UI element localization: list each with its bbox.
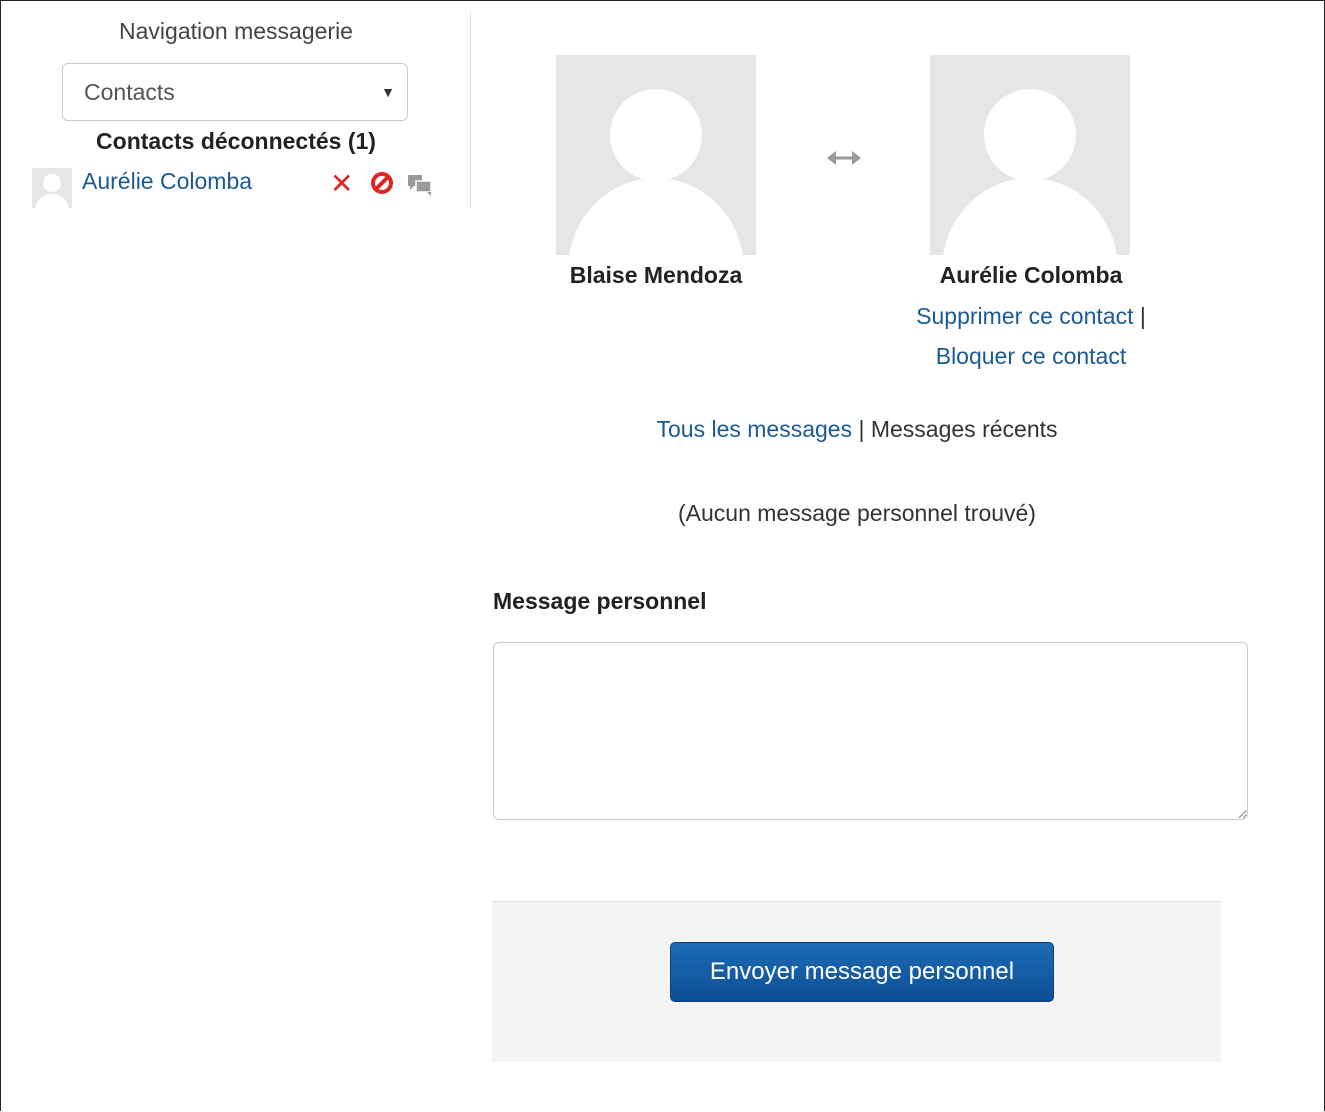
link-separator: |: [1139, 303, 1146, 329]
all-messages-link[interactable]: Tous les messages: [657, 416, 853, 442]
remove-contact-link[interactable]: Supprimer ce contact: [916, 303, 1133, 329]
messaging-navigation: Navigation messagerie Contacts ▼ Contact…: [0, 0, 470, 210]
form-actions: Envoyer message personnel: [492, 901, 1221, 1062]
user-avatar-left: [556, 55, 756, 255]
user-name-left: Blaise Mendoza: [569, 262, 743, 288]
navigation-select[interactable]: Contacts ▼: [62, 63, 408, 121]
contact-list-item: Aurélie Colomba ✕: [30, 166, 440, 208]
no-messages-notice: (Aucun message personnel trouvé): [678, 500, 1036, 526]
contact-avatar: [32, 168, 72, 208]
message-history-icon[interactable]: [407, 174, 433, 198]
message-textarea[interactable]: [493, 642, 1248, 820]
bidirectional-arrow-icon: [826, 145, 862, 171]
dropdown-caret-icon: ▼: [381, 84, 395, 100]
message-history-links: Tous les messages | Messages récents: [560, 416, 1154, 443]
navigation-select-value: Contacts: [84, 78, 175, 105]
recent-messages-label: Messages récents: [870, 416, 1058, 442]
contact-name-link[interactable]: Aurélie Colomba: [82, 168, 252, 195]
send-message-button[interactable]: Envoyer message personnel: [670, 942, 1054, 1002]
link-separator: |: [858, 416, 865, 442]
remove-contact-icon[interactable]: ✕: [330, 170, 353, 198]
sidebar-divider: [470, 12, 471, 208]
message-label: Message personnel: [493, 588, 707, 614]
contact-actions: Supprimer ce contact | Bloquer ce contac…: [900, 296, 1162, 376]
offline-contacts-heading: Contacts déconnectés (1): [96, 128, 376, 154]
block-contact-link[interactable]: Bloquer ce contact: [936, 343, 1127, 369]
block-contact-icon[interactable]: [370, 171, 394, 195]
navigation-title: Navigation messagerie: [119, 18, 353, 44]
user-avatar-right: [930, 55, 1130, 255]
user-name-right: Aurélie Colomba: [939, 262, 1123, 288]
